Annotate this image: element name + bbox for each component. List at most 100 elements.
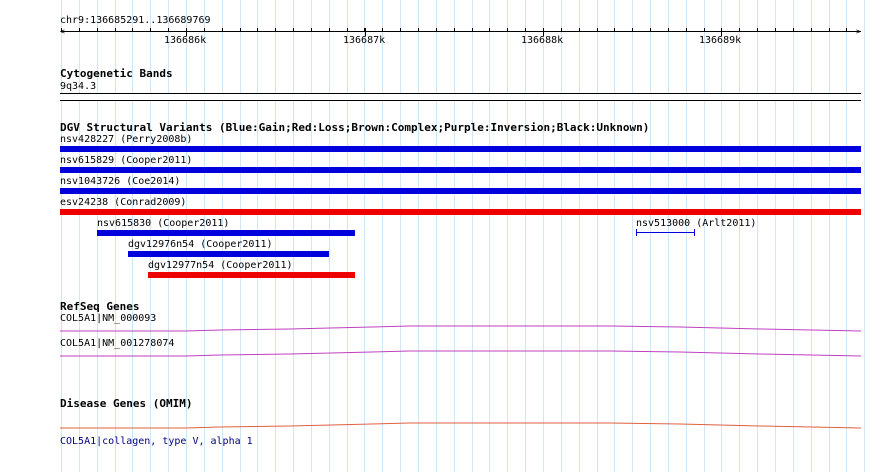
gridline bbox=[864, 0, 865, 472]
ruler-tick-label: 136689k bbox=[699, 35, 742, 46]
variant-bar[interactable] bbox=[60, 209, 861, 215]
gridline bbox=[632, 0, 633, 472]
ruler-minor-tick bbox=[382, 28, 383, 32]
gene-line bbox=[60, 325, 862, 332]
variant-label: nsv615830 (Cooper2011) bbox=[97, 218, 230, 229]
variant-line[interactable] bbox=[636, 232, 695, 233]
variant-line-cap bbox=[694, 229, 695, 236]
variant-label: nsv615829 (Cooper2011) bbox=[60, 155, 193, 166]
gridline bbox=[579, 0, 580, 472]
ruler-minor-tick bbox=[525, 28, 526, 32]
ruler-minor-tick bbox=[311, 28, 312, 32]
variant-label: dgv12976n54 (Cooper2011) bbox=[128, 239, 273, 250]
gridline bbox=[293, 0, 294, 472]
genome-browser: chr9:136685291..136689769 < > 136686k 13… bbox=[0, 0, 890, 472]
gridline bbox=[829, 0, 830, 472]
variant-bar[interactable] bbox=[60, 188, 861, 194]
ruler-minor-tick bbox=[400, 28, 401, 32]
ruler-minor-tick bbox=[329, 28, 330, 32]
ruler-minor-tick bbox=[686, 28, 687, 32]
ruler-minor-tick bbox=[418, 28, 419, 32]
ruler-minor-tick bbox=[846, 28, 847, 32]
variant-label: nsv1043726 (Coe2014) bbox=[60, 176, 181, 187]
omim-gene-line bbox=[60, 422, 862, 429]
variant-bar[interactable] bbox=[60, 146, 861, 152]
gridline bbox=[204, 0, 205, 472]
gridline bbox=[614, 0, 615, 472]
variant-label: esv24238 (Conrad2009) bbox=[60, 197, 187, 208]
gridline bbox=[543, 0, 544, 472]
gridline bbox=[472, 0, 473, 472]
gridline bbox=[382, 0, 383, 472]
gridline bbox=[757, 0, 758, 472]
ruler-tick-label: 136687k bbox=[343, 35, 386, 46]
gene-model[interactable] bbox=[0, 347, 890, 359]
gridline bbox=[704, 0, 705, 472]
ruler-tick-label: 136688k bbox=[521, 35, 564, 46]
ruler-minor-tick bbox=[668, 28, 669, 32]
ruler-minor-tick bbox=[793, 28, 794, 32]
variant-line-cap bbox=[636, 229, 637, 236]
gridline bbox=[436, 0, 437, 472]
ruler-minor-tick bbox=[132, 28, 133, 32]
cytoband-label: 9q34.3 bbox=[60, 81, 97, 92]
gridline bbox=[418, 0, 419, 472]
ruler-right-arrow: > bbox=[856, 27, 861, 36]
ruler-minor-tick bbox=[168, 28, 169, 32]
gridline bbox=[222, 0, 223, 472]
variant-bar[interactable] bbox=[128, 251, 329, 257]
refseq-track-title: RefSeq Genes bbox=[60, 300, 140, 313]
ruler-minor-tick bbox=[97, 28, 98, 32]
omim-track-title: Disease Genes (OMIM) bbox=[60, 397, 193, 410]
gridline bbox=[311, 0, 312, 472]
cytoband-bar[interactable] bbox=[60, 93, 861, 101]
ruler-minor-tick bbox=[739, 28, 740, 32]
gridline bbox=[846, 0, 847, 472]
ruler-minor-tick bbox=[614, 28, 615, 32]
ruler-minor-tick bbox=[257, 28, 258, 32]
ruler-minor-tick bbox=[775, 28, 776, 32]
ruler-minor-tick bbox=[472, 28, 473, 32]
omim-gene-model[interactable] bbox=[0, 419, 890, 431]
gridline bbox=[257, 0, 258, 472]
ruler-axis bbox=[61, 31, 861, 32]
cytoband-track-title: Cytogenetic Bands bbox=[60, 67, 173, 80]
ruler-minor-tick bbox=[150, 28, 151, 32]
gridline bbox=[811, 0, 812, 472]
gridline bbox=[347, 0, 348, 472]
gridline bbox=[240, 0, 241, 472]
omim-gene-label[interactable]: COL5A1|collagen, type V, alpha 1 bbox=[60, 436, 253, 448]
ruler-minor-tick bbox=[561, 28, 562, 32]
gene-model[interactable] bbox=[0, 322, 890, 334]
ruler-minor-tick bbox=[347, 28, 348, 32]
variant-bar[interactable] bbox=[97, 230, 355, 236]
gridline bbox=[364, 0, 365, 472]
ruler-minor-tick bbox=[204, 28, 205, 32]
ruler-minor-tick bbox=[489, 28, 490, 32]
gridline bbox=[525, 0, 526, 472]
ruler-minor-tick bbox=[650, 28, 651, 32]
ruler-minor-tick bbox=[275, 28, 276, 32]
gridline bbox=[454, 0, 455, 472]
gridline bbox=[739, 0, 740, 472]
gridline bbox=[507, 0, 508, 472]
ruler-minor-tick bbox=[240, 28, 241, 32]
gridline bbox=[721, 0, 722, 472]
gridline bbox=[275, 0, 276, 472]
gridline bbox=[686, 0, 687, 472]
ruler-minor-tick bbox=[579, 28, 580, 32]
ruler-tick-label: 136686k bbox=[164, 35, 207, 46]
ruler-minor-tick bbox=[61, 28, 62, 32]
ruler-minor-tick bbox=[436, 28, 437, 32]
ruler-minor-tick bbox=[222, 28, 223, 32]
variant-bar[interactable] bbox=[60, 167, 861, 173]
ruler-minor-tick bbox=[632, 28, 633, 32]
ruler-minor-tick bbox=[811, 28, 812, 32]
ruler-minor-tick bbox=[115, 28, 116, 32]
gridline bbox=[793, 0, 794, 472]
gene-line bbox=[60, 350, 862, 357]
variant-bar[interactable] bbox=[148, 272, 355, 278]
variant-label: nsv428227 (Perry2008b) bbox=[60, 134, 193, 145]
ruler-minor-tick bbox=[704, 28, 705, 32]
gridline bbox=[668, 0, 669, 472]
